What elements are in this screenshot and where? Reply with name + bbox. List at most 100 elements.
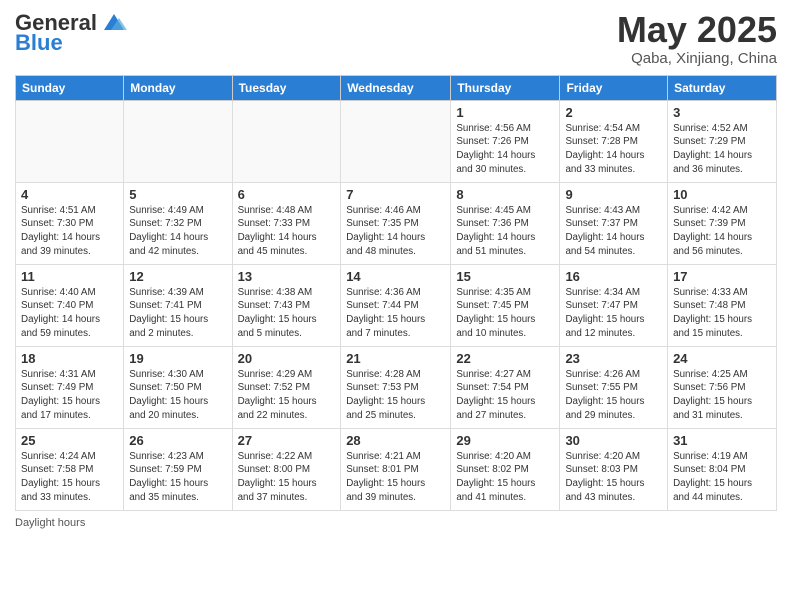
day-number: 21 — [346, 351, 445, 366]
weekday-tuesday: Tuesday — [232, 75, 341, 100]
day-number: 28 — [346, 433, 445, 448]
calendar-cell: 9Sunrise: 4:43 AMSunset: 7:37 PMDaylight… — [560, 182, 668, 264]
day-number: 27 — [238, 433, 336, 448]
logo-blue: Blue — [15, 30, 63, 56]
day-number: 1 — [456, 105, 554, 120]
calendar-cell: 13 Sunrise: 4:38 AMSunset: 7:43 PMDayligh… — [232, 264, 341, 346]
day-info: Sunrise: 4:38 AMSunset: 7:43 PMDaylight:… — [238, 286, 336, 341]
day-number: 30 — [565, 433, 662, 448]
calendar-cell: 5 Sunrise: 4:49 AMSunset: 7:32 PMDaylight… — [124, 182, 232, 264]
logo: General Blue — [15, 10, 129, 56]
day-info: Sunrise: 4:30 AMSunset: 7:50 PMDaylight:… — [129, 368, 226, 423]
calendar-cell: 26 Sunrise: 4:23 AMSunset: 7:59 PMDayligh… — [124, 428, 232, 510]
day-info: Sunrise: 4:20 AMSunset: 8:02 PMDaylight:… — [456, 450, 554, 505]
calendar-cell: 19 Sunrise: 4:30 AMSunset: 7:50 PMDayligh… — [124, 346, 232, 428]
day-info: Sunrise: 4:24 AMSunset: 7:58 PMDaylight:… — [21, 450, 118, 505]
day-info: Sunrise: 4:49 AMSunset: 7:32 PMDaylight:… — [129, 204, 226, 259]
day-info: Sunrise: 4:21 AMSunset: 8:01 PMDaylight:… — [346, 450, 445, 505]
day-number: 5 — [129, 187, 226, 202]
footer: Daylight hours — [15, 517, 777, 529]
calendar-cell: 2Sunrise: 4:54 AMSunset: 7:28 PMDaylight… — [560, 100, 668, 182]
week-row-5: 25 Sunrise: 4:24 AMSunset: 7:58 PMDayligh… — [16, 428, 777, 510]
day-number: 24 — [673, 351, 771, 366]
calendar-cell — [124, 100, 232, 182]
page: General Blue May 2025 Qaba, Xinjiang, Ch… — [0, 0, 792, 612]
day-number: 22 — [456, 351, 554, 366]
day-info: Sunrise: 4:48 AMSunset: 7:33 PMDaylight:… — [238, 204, 336, 259]
day-info: Sunrise: 4:46 AMSunset: 7:35 PMDaylight:… — [346, 204, 445, 259]
calendar-cell: 7 Sunrise: 4:46 AMSunset: 7:35 PMDaylight… — [341, 182, 451, 264]
day-info: Sunrise: 4:51 AMSunset: 7:30 PMDaylight:… — [21, 204, 118, 259]
day-info: Sunrise: 4:27 AMSunset: 7:54 PMDaylight:… — [456, 368, 554, 423]
day-number: 11 — [21, 269, 118, 284]
day-number: 19 — [129, 351, 226, 366]
week-row-2: 4 Sunrise: 4:51 AMSunset: 7:30 PMDaylight… — [16, 182, 777, 264]
weekday-wednesday: Wednesday — [341, 75, 451, 100]
calendar-cell — [232, 100, 341, 182]
day-number: 31 — [673, 433, 771, 448]
calendar-cell: 12 Sunrise: 4:39 AMSunset: 7:41 PMDayligh… — [124, 264, 232, 346]
weekday-monday: Monday — [124, 75, 232, 100]
day-number: 16 — [565, 269, 662, 284]
day-number: 8 — [456, 187, 554, 202]
title-block: May 2025 Qaba, Xinjiang, China — [617, 10, 777, 67]
day-info: Sunrise: 4:19 AMSunset: 8:04 PMDaylight:… — [673, 450, 771, 505]
day-number: 7 — [346, 187, 445, 202]
calendar-cell: 17Sunrise: 4:33 AMSunset: 7:48 PMDayligh… — [668, 264, 777, 346]
calendar-cell: 30 Sunrise: 4:20 AMSunset: 8:03 PMDayligh… — [560, 428, 668, 510]
footer-text: Daylight hours — [15, 517, 85, 529]
day-number: 20 — [238, 351, 336, 366]
day-info: Sunrise: 4:23 AMSunset: 7:59 PMDaylight:… — [129, 450, 226, 505]
weekday-saturday: Saturday — [668, 75, 777, 100]
calendar-cell: 4 Sunrise: 4:51 AMSunset: 7:30 PMDaylight… — [16, 182, 124, 264]
calendar-cell: 20 Sunrise: 4:29 AMSunset: 7:52 PMDayligh… — [232, 346, 341, 428]
day-info: Sunrise: 4:52 AMSunset: 7:29 PMDaylight:… — [673, 122, 771, 177]
day-info: Sunrise: 4:36 AMSunset: 7:44 PMDaylight:… — [346, 286, 445, 341]
day-number: 6 — [238, 187, 336, 202]
day-number: 13 — [238, 269, 336, 284]
calendar-cell: 22 Sunrise: 4:27 AMSunset: 7:54 PMDayligh… — [451, 346, 560, 428]
day-info: Sunrise: 4:34 AMSunset: 7:47 PMDaylight:… — [565, 286, 662, 341]
calendar-cell: 10 Sunrise: 4:42 AMSunset: 7:39 PMDayligh… — [668, 182, 777, 264]
day-number: 3 — [673, 105, 771, 120]
weekday-friday: Friday — [560, 75, 668, 100]
day-number: 12 — [129, 269, 226, 284]
day-info: Sunrise: 4:22 AMSunset: 8:00 PMDaylight:… — [238, 450, 336, 505]
day-number: 14 — [346, 269, 445, 284]
day-number: 25 — [21, 433, 118, 448]
day-number: 18 — [21, 351, 118, 366]
calendar-cell: 6 Sunrise: 4:48 AMSunset: 7:33 PMDaylight… — [232, 182, 341, 264]
calendar-cell: 23Sunrise: 4:26 AMSunset: 7:55 PMDayligh… — [560, 346, 668, 428]
day-number: 4 — [21, 187, 118, 202]
calendar-cell: 15Sunrise: 4:35 AMSunset: 7:45 PMDayligh… — [451, 264, 560, 346]
day-info: Sunrise: 4:35 AMSunset: 7:45 PMDaylight:… — [456, 286, 554, 341]
calendar-table: SundayMondayTuesdayWednesdayThursdayFrid… — [15, 75, 777, 511]
day-info: Sunrise: 4:56 AMSunset: 7:26 PMDaylight:… — [456, 122, 554, 177]
day-number: 29 — [456, 433, 554, 448]
calendar-cell: 3 Sunrise: 4:52 AMSunset: 7:29 PMDaylight… — [668, 100, 777, 182]
day-number: 26 — [129, 433, 226, 448]
day-number: 10 — [673, 187, 771, 202]
location-title: Qaba, Xinjiang, China — [617, 50, 777, 67]
weekday-thursday: Thursday — [451, 75, 560, 100]
calendar-cell: 16 Sunrise: 4:34 AMSunset: 7:47 PMDayligh… — [560, 264, 668, 346]
day-info: Sunrise: 4:43 AMSunset: 7:37 PMDaylight:… — [565, 204, 662, 259]
day-info: Sunrise: 4:20 AMSunset: 8:03 PMDaylight:… — [565, 450, 662, 505]
weekday-sunday: Sunday — [16, 75, 124, 100]
calendar-cell — [16, 100, 124, 182]
week-row-1: 1 Sunrise: 4:56 AMSunset: 7:26 PMDaylight… — [16, 100, 777, 182]
week-row-4: 18 Sunrise: 4:31 AMSunset: 7:49 PMDayligh… — [16, 346, 777, 428]
day-info: Sunrise: 4:31 AMSunset: 7:49 PMDaylight:… — [21, 368, 118, 423]
day-info: Sunrise: 4:26 AMSunset: 7:55 PMDaylight:… — [565, 368, 662, 423]
day-info: Sunrise: 4:45 AMSunset: 7:36 PMDaylight:… — [456, 204, 554, 259]
week-row-3: 11Sunrise: 4:40 AMSunset: 7:40 PMDayligh… — [16, 264, 777, 346]
calendar-cell: 14 Sunrise: 4:36 AMSunset: 7:44 PMDayligh… — [341, 264, 451, 346]
day-info: Sunrise: 4:33 AMSunset: 7:48 PMDaylight:… — [673, 286, 771, 341]
month-title: May 2025 — [617, 10, 777, 50]
day-info: Sunrise: 4:29 AMSunset: 7:52 PMDaylight:… — [238, 368, 336, 423]
day-info: Sunrise: 4:54 AMSunset: 7:28 PMDaylight:… — [565, 122, 662, 177]
day-info: Sunrise: 4:42 AMSunset: 7:39 PMDaylight:… — [673, 204, 771, 259]
calendar-cell: 18 Sunrise: 4:31 AMSunset: 7:49 PMDayligh… — [16, 346, 124, 428]
day-info: Sunrise: 4:39 AMSunset: 7:41 PMDaylight:… — [129, 286, 226, 341]
calendar-cell: 31 Sunrise: 4:19 AMSunset: 8:04 PMDayligh… — [668, 428, 777, 510]
